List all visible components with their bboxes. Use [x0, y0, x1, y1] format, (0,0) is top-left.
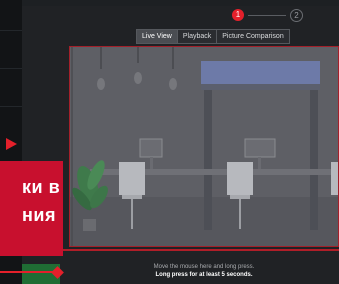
- red-annotation-box: ки в ния: [0, 161, 63, 256]
- step-1-indicator: 1: [232, 9, 244, 21]
- grid-line: [0, 30, 22, 31]
- camera-preview[interactable]: [69, 46, 339, 247]
- grid-line: [0, 68, 22, 69]
- hint-line-1: Move the mouse here and long press.: [153, 264, 255, 270]
- office-scene-image: [70, 47, 338, 246]
- red-arrow-icon: [6, 138, 17, 150]
- step-2-indicator: 2: [290, 9, 303, 22]
- annotation-text-2: ния: [22, 205, 56, 225]
- step-connector: [248, 15, 286, 16]
- preview-bottom-line: [22, 249, 339, 251]
- tab-picture-comparison[interactable]: Picture Comparison: [217, 30, 289, 43]
- view-tabs: Live View Playback Picture Comparison: [136, 29, 290, 44]
- annotation-text-1: ки в: [22, 177, 61, 197]
- tab-live-view[interactable]: Live View: [137, 30, 178, 43]
- grid-line: [0, 106, 22, 107]
- long-press-hint: Move the mouse here and long press. Long…: [69, 263, 339, 279]
- tab-playback[interactable]: Playback: [177, 30, 218, 43]
- hint-line-2: Long press for at least 5 seconds.: [155, 272, 253, 278]
